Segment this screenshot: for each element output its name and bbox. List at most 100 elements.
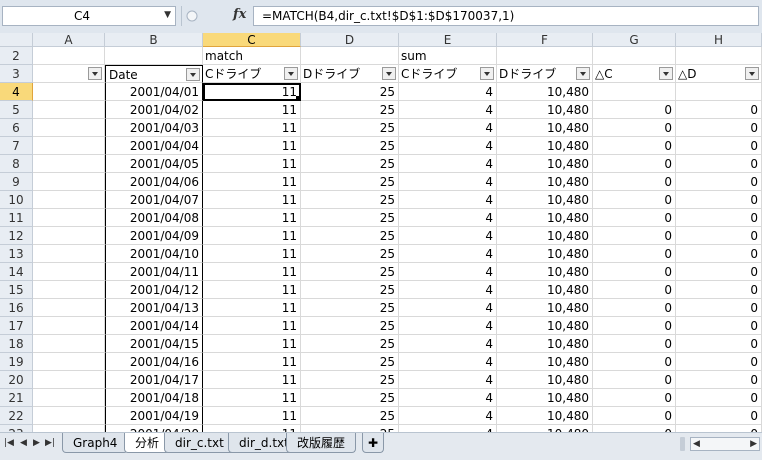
row-header-5[interactable]: 5 [0, 101, 33, 119]
row-header-7[interactable]: 7 [0, 137, 33, 155]
fill-handle[interactable] [296, 96, 300, 100]
cell-a8[interactable] [33, 155, 105, 173]
delta-d-cell[interactable]: 0 [676, 191, 762, 209]
delta-c-cell[interactable]: 0 [593, 245, 676, 263]
row-header-11[interactable]: 11 [0, 209, 33, 227]
last-sheet-icon[interactable]: ▶| [45, 438, 55, 448]
cell-a20[interactable] [33, 371, 105, 389]
date-cell[interactable]: 2001/04/01 [105, 83, 203, 101]
delta-c-cell[interactable] [593, 83, 676, 101]
sum-c-cell[interactable]: 4 [399, 137, 497, 155]
match-c-cell[interactable]: 11 [203, 281, 301, 299]
chevron-down-icon[interactable]: ▼ [164, 10, 171, 20]
spreadsheet-grid[interactable]: A B C D E F G H 2 3 4 5 6 7 8 9 10 11 12 13 14 15 16 17 18 19 20 21… [0, 33, 762, 432]
cell-a2[interactable] [33, 47, 105, 65]
date-cell[interactable]: 2001/04/09 [105, 227, 203, 245]
match-d-cell[interactable]: 25 [301, 317, 399, 335]
horizontal-scrollbar[interactable]: ◀ ▶ [690, 437, 760, 451]
sum-d-cell[interactable]: 10,480 [497, 101, 593, 119]
date-cell[interactable]: 2001/04/03 [105, 119, 203, 137]
delta-c-cell[interactable]: 0 [593, 335, 676, 353]
date-cell[interactable]: 2001/04/12 [105, 281, 203, 299]
delta-d-cell[interactable]: 0 [676, 317, 762, 335]
delta-c-cell[interactable]: 0 [593, 101, 676, 119]
match-c-cell[interactable]: 11 [203, 227, 301, 245]
filter-dropdown-icon[interactable] [88, 67, 102, 80]
match-c-cell[interactable]: 11 [203, 191, 301, 209]
date-cell[interactable]: 2001/04/17 [105, 371, 203, 389]
delta-c-cell[interactable]: 0 [593, 299, 676, 317]
sum-d-cell[interactable]: 10,480 [497, 317, 593, 335]
match-d-cell[interactable]: 25 [301, 281, 399, 299]
date-cell[interactable]: 2001/04/08 [105, 209, 203, 227]
match-d-cell[interactable]: 25 [301, 227, 399, 245]
cell-d2[interactable] [301, 47, 399, 65]
delta-d-cell[interactable]: 0 [676, 425, 762, 432]
match-d-cell[interactable]: 25 [301, 389, 399, 407]
column-filter-header-b[interactable]: Date [105, 65, 203, 83]
column-header-g[interactable]: G [593, 33, 676, 47]
row-header-22[interactable]: 22 [0, 407, 33, 425]
cell-a11[interactable] [33, 209, 105, 227]
match-c-cell[interactable]: 11 [203, 335, 301, 353]
date-cell[interactable]: 2001/04/15 [105, 335, 203, 353]
cell-h2[interactable] [676, 47, 762, 65]
sum-c-cell[interactable]: 4 [399, 155, 497, 173]
column-filter-header-f[interactable]: Dドライブ [497, 65, 593, 83]
delta-c-cell[interactable]: 0 [593, 425, 676, 432]
match-c-cell[interactable]: 11 [203, 299, 301, 317]
row-header-13[interactable]: 13 [0, 245, 33, 263]
delta-d-cell[interactable]: 0 [676, 209, 762, 227]
match-d-cell[interactable]: 25 [301, 155, 399, 173]
sum-c-cell[interactable]: 4 [399, 119, 497, 137]
row-header-21[interactable]: 21 [0, 389, 33, 407]
row-header-16[interactable]: 16 [0, 299, 33, 317]
sum-d-cell[interactable]: 10,480 [497, 83, 593, 101]
select-all-corner[interactable] [0, 33, 33, 47]
filter-dropdown-icon[interactable] [186, 68, 200, 81]
column-filter-header-e[interactable]: Cドライブ [399, 65, 497, 83]
delta-d-cell[interactable]: 0 [676, 335, 762, 353]
sum-d-cell[interactable]: 10,480 [497, 299, 593, 317]
match-c-cell[interactable]: 11 [203, 155, 301, 173]
column-filter-header-g[interactable]: △C [593, 65, 676, 83]
sum-c-cell[interactable]: 4 [399, 335, 497, 353]
cell-a21[interactable] [33, 389, 105, 407]
match-d-cell[interactable]: 25 [301, 209, 399, 227]
sum-c-cell[interactable]: 4 [399, 191, 497, 209]
row-header-10[interactable]: 10 [0, 191, 33, 209]
cell-b2[interactable] [105, 47, 203, 65]
match-c-cell[interactable]: 11 [203, 173, 301, 191]
delta-d-cell[interactable]: 0 [676, 245, 762, 263]
sum-c-cell[interactable]: 4 [399, 209, 497, 227]
sheet-tab[interactable]: dir_c.txt [164, 433, 235, 453]
delta-c-cell[interactable]: 0 [593, 173, 676, 191]
delta-d-cell[interactable]: 0 [676, 155, 762, 173]
match-d-cell[interactable]: 25 [301, 407, 399, 425]
delta-d-cell[interactable]: 0 [676, 389, 762, 407]
match-d-cell[interactable]: 25 [301, 101, 399, 119]
column-header-h[interactable]: H [676, 33, 762, 47]
cell-a13[interactable] [33, 245, 105, 263]
cell-a17[interactable] [33, 317, 105, 335]
delta-d-cell[interactable]: 0 [676, 407, 762, 425]
cell-a19[interactable] [33, 353, 105, 371]
sum-c-cell[interactable]: 4 [399, 317, 497, 335]
match-c-cell[interactable]: 11 [203, 137, 301, 155]
delta-d-cell[interactable]: 0 [676, 263, 762, 281]
delta-d-cell[interactable]: 0 [676, 281, 762, 299]
row-header-3[interactable]: 3 [0, 65, 33, 83]
sum-d-cell[interactable]: 10,480 [497, 209, 593, 227]
formula-input[interactable]: =MATCH(B4,dir_c.txt!$D$1:$D$170037,1) [253, 6, 759, 26]
cell-a6[interactable] [33, 119, 105, 137]
insert-function-icon[interactable]: fx [233, 7, 246, 22]
match-d-cell[interactable]: 25 [301, 245, 399, 263]
filter-dropdown-icon[interactable] [284, 67, 298, 80]
sum-d-cell[interactable]: 10,480 [497, 281, 593, 299]
cell-a18[interactable] [33, 335, 105, 353]
delta-c-cell[interactable]: 0 [593, 407, 676, 425]
delta-d-cell[interactable]: 0 [676, 101, 762, 119]
cell-g2[interactable] [593, 47, 676, 65]
sum-c-cell[interactable]: 4 [399, 227, 497, 245]
date-cell[interactable]: 2001/04/10 [105, 245, 203, 263]
